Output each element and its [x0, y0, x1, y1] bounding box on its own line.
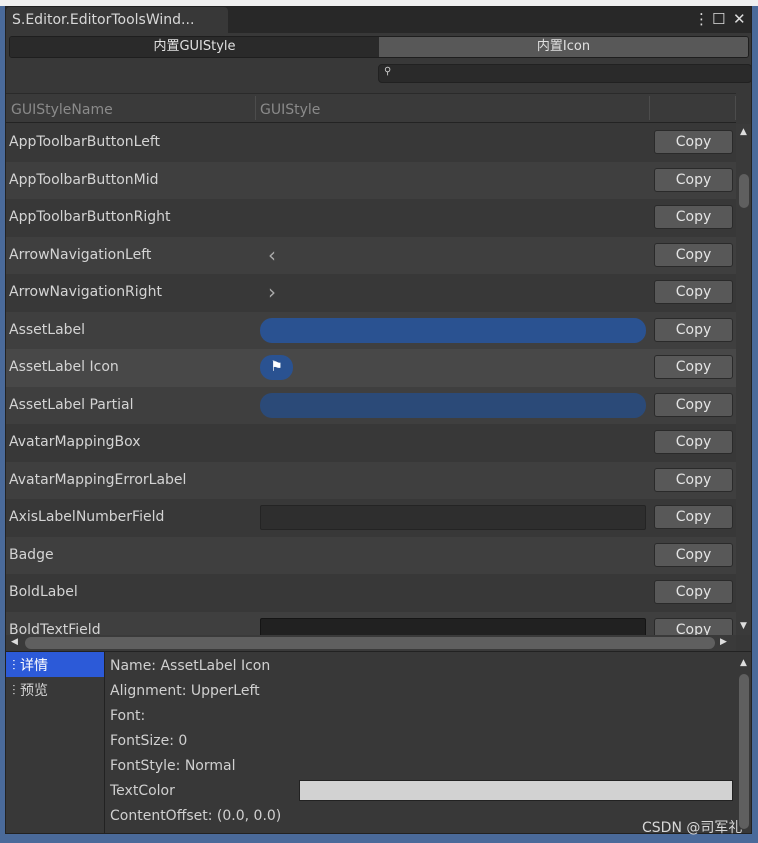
style-name: BoldLabel [9, 584, 78, 600]
copy-button[interactable]: Copy [654, 205, 733, 229]
tab-builtin-icon[interactable]: 内置Icon [379, 37, 748, 57]
editor-window: S.Editor.EditorToolsWind... ⋮ ☐ ✕ 内置GUIS… [5, 6, 752, 834]
detail-line: FixedHeight: 15 [110, 833, 220, 834]
style-preview [260, 505, 646, 530]
style-name: AppToolbarButtonRight [9, 209, 171, 225]
maximize-icon[interactable]: ☐ [712, 10, 725, 28]
style-name: AppToolbarButtonLeft [9, 134, 160, 150]
style-preview [260, 317, 646, 343]
style-name: AppToolbarButtonMid [9, 171, 159, 188]
style-name: AssetLabel [9, 321, 86, 338]
style-name: AxisLabelNumberField [9, 509, 165, 525]
column-divider[interactable] [255, 96, 256, 120]
style-name: AvatarMappingErrorLabel [9, 471, 187, 488]
watermark: CSDN @司军礼 [642, 820, 743, 836]
table-row[interactable]: Badge Copy [6, 536, 736, 574]
table-row[interactable]: ArrowNavigationRight › Copy [6, 274, 736, 312]
table-row[interactable]: AssetLabel Copy [6, 311, 736, 349]
scroll-thumb[interactable] [25, 637, 715, 649]
tag-icon: ⚑ [260, 355, 293, 380]
detail-tabs: ⫶ 详情 ⫶ 预览 [6, 652, 105, 833]
style-name: Badge [9, 546, 54, 563]
text-color-swatch[interactable] [299, 780, 733, 801]
tab-builtin-guistyle[interactable]: 内置GUIStyle [10, 37, 379, 57]
sliders-icon: ⫶ [12, 658, 20, 674]
table-row[interactable]: BoldLabel Copy [6, 574, 736, 612]
tab-details[interactable]: ⫶ 详情 [6, 652, 104, 677]
scroll-right-icon[interactable]: ▶ [720, 637, 727, 647]
style-preview [260, 392, 646, 418]
scroll-thumb[interactable] [739, 174, 749, 208]
detail-content: Name: AssetLabel Icon Alignment: UpperLef… [106, 652, 736, 834]
scroll-thumb[interactable] [739, 674, 749, 829]
detail-scrollbar[interactable]: ▲ [736, 652, 751, 833]
detail-line: FontSize: 0 [110, 733, 188, 749]
window-tab-bar: S.Editor.EditorToolsWind... ⋮ ☐ ✕ [6, 7, 751, 33]
search-input[interactable]: ⚲ [378, 64, 751, 83]
table-row[interactable]: AvatarMappingErrorLabel Copy [6, 461, 736, 499]
detail-line: FontStyle: Normal [110, 758, 236, 774]
window-tab[interactable]: S.Editor.EditorToolsWind... [6, 7, 228, 33]
copy-button[interactable]: Copy [654, 130, 733, 154]
detail-line: Name: AssetLabel Icon [110, 658, 271, 674]
copy-button[interactable]: Copy [654, 542, 733, 567]
detail-line: Font: [110, 708, 146, 724]
column-guistyle[interactable]: GUIStyle [260, 102, 320, 118]
mode-toggle: 内置GUIStyle 内置Icon [9, 36, 749, 58]
vertical-scrollbar[interactable]: ▲ ▼ [736, 124, 751, 635]
table-row[interactable]: AssetLabel Partial Copy [6, 386, 736, 424]
detail-line: TextColor [110, 783, 175, 799]
table-row[interactable]: AxisLabelNumberField Copy [6, 499, 736, 537]
table-row[interactable]: ArrowNavigationLeft ‹ Copy [6, 236, 736, 274]
copy-button[interactable]: Copy [654, 355, 733, 379]
tab-label: 预览 [19, 683, 48, 699]
scroll-up-icon[interactable]: ▲ [740, 127, 747, 137]
detail-line: Alignment: UpperLeft [110, 683, 260, 699]
copy-button[interactable]: Copy [654, 580, 733, 604]
copy-button[interactable]: Copy [654, 505, 733, 529]
detail-line: ContentOffset: (0.0, 0.0) [110, 808, 282, 824]
copy-button[interactable]: Copy [654, 467, 733, 492]
copy-button[interactable]: Copy [654, 167, 733, 192]
detail-panel: ⫶ 详情 ⫶ 预览 Name: AssetLabel Icon Alignment… [6, 651, 751, 834]
style-name: BoldTextField [9, 621, 101, 636]
copy-button[interactable]: Copy [654, 430, 733, 454]
close-icon[interactable]: ✕ [733, 10, 746, 28]
chevron-right-icon: › [268, 280, 276, 304]
scroll-left-icon[interactable]: ◀ [11, 637, 18, 647]
style-name: AvatarMappingBox [9, 434, 141, 450]
search-icon: ⚲ [384, 66, 392, 77]
copy-button[interactable]: Copy [654, 242, 733, 267]
column-divider[interactable] [649, 96, 650, 120]
chevron-left-icon: ‹ [268, 242, 276, 267]
menu-icon[interactable]: ⋮ [694, 10, 709, 28]
copy-button[interactable]: Copy [654, 317, 733, 342]
copy-button[interactable]: Copy [654, 280, 733, 304]
table-row[interactable]: AvatarMappingBox Copy [6, 424, 736, 462]
style-preview [260, 617, 646, 635]
scroll-up-icon[interactable]: ▲ [740, 658, 747, 668]
table-header: GUIStyleName GUIStyle [6, 93, 736, 123]
style-name: ArrowNavigationRight [9, 284, 162, 300]
table-row[interactable]: AppToolbarButtonLeft Copy [6, 124, 736, 162]
sliders-icon: ⫶ [12, 683, 20, 699]
style-name: ArrowNavigationLeft [9, 246, 152, 263]
style-list: AppToolbarButtonLeft Copy AppToolbarButton… [6, 124, 736, 635]
style-name: AssetLabel Partial [9, 396, 134, 413]
table-row[interactable]: AppToolbarButtonRight Copy [6, 199, 736, 237]
tab-label: 详情 [19, 658, 48, 674]
tab-preview[interactable]: ⫶ 预览 [6, 677, 104, 702]
column-guistylename[interactable]: GUIStyleName [11, 102, 113, 118]
copy-button[interactable]: Copy [654, 392, 733, 417]
table-row[interactable]: AppToolbarButtonMid Copy [6, 161, 736, 199]
horizontal-scrollbar[interactable]: ◀ ▶ [6, 635, 736, 651]
copy-button[interactable]: Copy [654, 617, 733, 635]
style-name: AssetLabel Icon [9, 359, 119, 375]
scroll-down-icon[interactable]: ▼ [740, 621, 747, 631]
column-divider[interactable] [735, 96, 736, 120]
table-row[interactable]: AssetLabel Icon ⚑ Copy [6, 349, 736, 387]
table-row[interactable]: BoldTextField Copy [6, 611, 736, 636]
